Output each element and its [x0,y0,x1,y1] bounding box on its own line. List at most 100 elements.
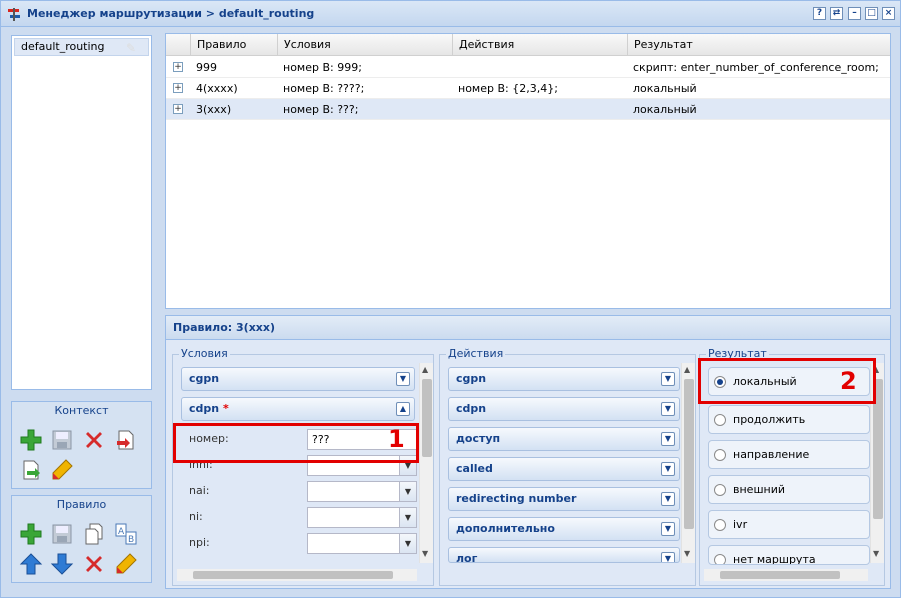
minimize-button[interactable]: – [848,7,861,20]
radio-icon[interactable] [714,554,726,564]
chevron-down-icon[interactable]: ▼ [661,522,675,536]
radio-icon[interactable] [714,414,726,426]
context-item[interactable]: default_routing ✎ [14,38,149,56]
cell-rule: 4(xxxx) [196,82,238,95]
chevron-down-icon[interactable]: ▼ [661,372,675,386]
cell-conditions: номер B: ???; [283,103,359,116]
maximize-button[interactable]: □ [865,7,878,20]
actions-vscrollbar[interactable]: ▲ ▼ [681,363,695,563]
title-bar[interactable]: Менеджер маршрутизации > default_routing… [1,1,900,27]
result-option-continue[interactable]: продолжить [708,405,870,434]
help-button[interactable]: ? [813,7,826,20]
section-cgpn[interactable]: cgpn ▼ [181,367,415,391]
close-button[interactable]: × [882,7,895,20]
field-nai: nai: ▼ [181,479,423,505]
cell-actions [452,57,627,78]
ni-select[interactable]: ▼ [307,507,417,528]
scroll-up-icon[interactable]: ▲ [422,365,428,374]
cell-conditions: номер B: ????; [283,82,365,95]
copy-icon[interactable] [82,522,106,546]
action-section-additional[interactable]: дополнительно ▼ [448,517,680,541]
radio-icon[interactable] [714,449,726,461]
result-option-ivr[interactable]: ivr [708,510,870,539]
chevron-down-icon[interactable]: ▼ [661,462,675,476]
conditions-fieldset: Условия cgpn ▼ cdpn * ▲ номер: ??? inni:… [172,347,434,586]
action-section-redirecting[interactable]: redirecting number ▼ [448,487,680,511]
save-icon[interactable] [50,522,74,546]
expand-row-icon[interactable]: + [173,62,183,72]
radio-icon[interactable] [714,484,726,496]
section-cdpn[interactable]: cdpn * ▲ [181,397,415,421]
save-icon[interactable] [50,428,74,452]
table-row[interactable]: + 4(xxxx) номер B: ????; номер B: {2,3,4… [166,78,890,99]
edit-pencil-icon[interactable] [114,552,138,576]
add-icon[interactable] [19,522,43,546]
section-label: дополнительно [456,522,555,535]
delete-icon[interactable] [82,552,106,576]
chevron-down-icon[interactable]: ▼ [661,432,675,446]
scroll-down-icon[interactable]: ▼ [684,549,690,558]
chevron-down-icon[interactable]: ▼ [661,492,675,506]
move-down-icon[interactable] [50,552,74,576]
action-section-cgpn[interactable]: cgpn ▼ [448,367,680,391]
col-header-actions[interactable]: Действия [452,34,627,56]
result-option-external[interactable]: внешний [708,475,870,504]
section-label: cdpn [456,402,487,415]
edit-pencil-icon[interactable]: ✎ [126,40,140,55]
npi-select[interactable]: ▼ [307,533,417,554]
context-item-label: default_routing [21,40,105,53]
result-option-no-route[interactable]: нет маршрута [708,545,870,565]
expand-row-icon[interactable]: + [173,83,183,93]
radio-icon[interactable] [714,519,726,531]
col-header-conditions[interactable]: Условия [277,34,452,56]
scroll-thumb[interactable] [720,571,840,579]
chevron-down-icon[interactable]: ▼ [399,508,416,527]
action-section-cdpn[interactable]: cdpn ▼ [448,397,680,421]
table-row-selected[interactable]: + 3(xxx) номер B: ???; локальный [166,99,890,120]
scroll-up-icon[interactable]: ▲ [684,365,690,374]
import-icon[interactable] [114,428,138,452]
result-option-direction[interactable]: направление [708,440,870,469]
rename-icon[interactable]: AB [114,522,138,546]
result-option-label: внешний [733,483,785,496]
chevron-up-icon[interactable]: ▲ [396,402,410,416]
nai-select[interactable]: ▼ [307,481,417,502]
cell-result: локальный [633,103,697,116]
callout-number-1: 1 [388,425,405,453]
conditions-hscrollbar[interactable] [177,569,417,581]
result-hscrollbar[interactable] [704,569,868,581]
scroll-thumb[interactable] [193,571,393,579]
col-header-result[interactable]: Результат [627,34,890,56]
section-label: cdpn [189,402,220,415]
grid-header: Правило Условия Действия Результат [166,34,890,56]
scroll-down-icon[interactable]: ▼ [422,549,428,558]
conditions-vscrollbar[interactable]: ▲ ▼ [419,363,433,563]
scroll-down-icon[interactable]: ▼ [873,549,879,558]
edit-pencil-icon[interactable] [50,458,74,482]
action-section-access[interactable]: доступ ▼ [448,427,680,451]
chevron-down-icon[interactable]: ▼ [661,552,675,562]
routing-manager-window: Менеджер маршрутизации > default_routing… [0,0,901,598]
chevron-down-icon[interactable]: ▼ [399,534,416,553]
scroll-thumb[interactable] [684,379,694,529]
app-logo-icon [8,8,20,21]
add-icon[interactable] [19,428,43,452]
refresh-button[interactable]: ⇄ [830,7,843,20]
col-header-rule[interactable]: Правило [190,34,277,56]
result-option-label: направление [733,448,810,461]
expand-row-icon[interactable]: + [173,104,183,114]
scroll-thumb[interactable] [422,379,432,457]
action-section-called[interactable]: called ▼ [448,457,680,481]
section-label: лог [456,552,478,563]
delete-icon[interactable] [82,428,106,452]
chevron-down-icon[interactable]: ▼ [396,372,410,386]
cell-rule: 999 [196,61,217,74]
move-up-icon[interactable] [19,552,43,576]
action-section-log[interactable]: лог ▼ [448,547,680,563]
table-row[interactable]: + 999 номер B: 999; скрипт: enter_number… [166,57,890,78]
chevron-down-icon[interactable]: ▼ [661,402,675,416]
svg-text:B: B [128,535,134,545]
export-icon[interactable] [19,458,43,482]
result-option-label: нет маршрута [733,553,816,565]
chevron-down-icon[interactable]: ▼ [399,482,416,501]
